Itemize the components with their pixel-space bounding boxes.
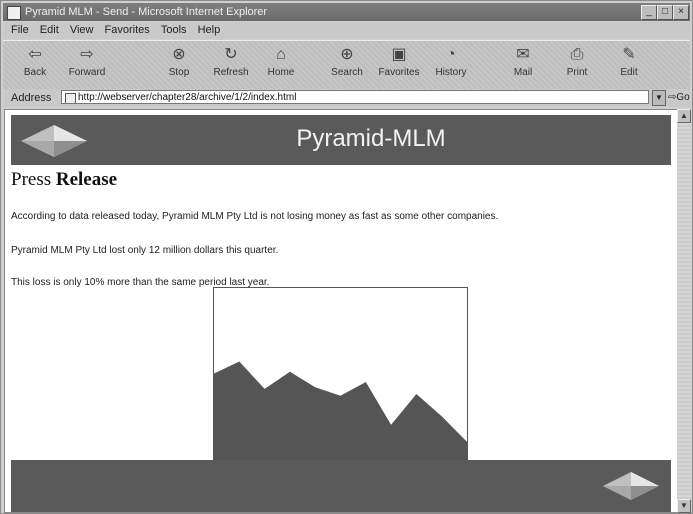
page-viewport: Pyramid-MLM Press Release According to d… xyxy=(4,109,678,513)
edit-button[interactable]: ✎ Edit xyxy=(603,45,655,85)
favorites-label: Favorites xyxy=(378,67,420,78)
back-arrow-icon: ⇦ xyxy=(28,46,42,63)
scroll-down-arrow[interactable]: ▼ xyxy=(677,499,691,513)
maximize-button[interactable]: □ xyxy=(657,5,673,20)
heading-plain: Press xyxy=(11,169,52,190)
address-input[interactable]: http://webserver/chapter28/archive/1/2/i… xyxy=(61,90,649,104)
search-button[interactable]: ⊕ Search xyxy=(321,45,373,85)
home-button[interactable]: ⌂ Home xyxy=(255,45,307,85)
ie-app-icon xyxy=(7,6,21,20)
address-dropdown-button[interactable]: ▼ xyxy=(652,90,666,106)
menu-file[interactable]: File xyxy=(11,22,29,39)
back-button[interactable]: ⇦ Back xyxy=(9,45,61,85)
standard-toolbar: ⇦ Back ⇨ Forward ⊗ Stop ↻ Refresh ⌂ Home… xyxy=(3,40,690,90)
footer-banner xyxy=(11,460,671,512)
stop-icon: ⊗ xyxy=(172,46,186,63)
header-banner: Pyramid-MLM xyxy=(11,115,671,165)
menu-view[interactable]: View xyxy=(70,22,94,39)
address-url: http://webserver/chapter28/archive/1/2/i… xyxy=(78,92,297,103)
history-label: History xyxy=(435,67,467,78)
go-label: Go xyxy=(676,92,690,103)
print-icon: ⎙ xyxy=(570,46,584,63)
vertical-scrollbar[interactable]: ▲ ▼ xyxy=(677,109,691,513)
home-icon: ⌂ xyxy=(276,46,286,63)
edit-icon: ✎ xyxy=(622,46,636,63)
loss-chart xyxy=(213,287,468,460)
refresh-icon: ↻ xyxy=(224,46,238,63)
menu-edit[interactable]: Edit xyxy=(40,22,59,39)
search-icon: ⊕ xyxy=(340,46,354,63)
address-bar: Address http://webserver/chapter28/archi… xyxy=(3,89,690,107)
stop-button[interactable]: ⊗ Stop xyxy=(153,45,205,85)
edit-label: Edit xyxy=(620,67,638,78)
go-button[interactable]: ⇨Go xyxy=(668,89,690,107)
minimize-button[interactable]: _ xyxy=(641,5,657,20)
paragraph-2: Pyramid MLM Pty Ltd lost only 12 million… xyxy=(11,245,279,256)
browser-window: Pyramid MLM - Send - Microsoft Internet … xyxy=(0,0,693,514)
search-label: Search xyxy=(331,67,363,78)
pyramid-logo-footer xyxy=(603,472,659,500)
mail-label: Mail xyxy=(513,67,533,78)
menu-tools[interactable]: Tools xyxy=(161,22,187,39)
menu-help[interactable]: Help xyxy=(198,22,221,39)
back-label: Back xyxy=(23,67,47,78)
address-label: Address xyxy=(11,92,52,104)
forward-label: Forward xyxy=(68,67,106,78)
site-title: Pyramid-MLM xyxy=(296,125,446,152)
favorites-icon: ▣ xyxy=(391,46,407,63)
window-title: Pyramid MLM - Send - Microsoft Internet … xyxy=(25,6,268,18)
favorites-button[interactable]: ▣ Favorites xyxy=(373,45,425,85)
mail-icon: ✉ xyxy=(516,46,530,63)
heading-bold: Release xyxy=(55,169,118,190)
print-label: Print xyxy=(566,67,588,78)
scroll-up-arrow[interactable]: ▲ xyxy=(677,109,691,123)
page-heading: Press Release xyxy=(11,169,117,191)
menu-favorites[interactable]: Favorites xyxy=(105,22,150,39)
history-icon: ◔ xyxy=(446,46,456,63)
history-button[interactable]: ◔ History xyxy=(425,45,477,85)
loss-chart-svg xyxy=(214,361,467,459)
home-label: Home xyxy=(267,67,295,78)
chart-area-series xyxy=(214,361,467,459)
close-button[interactable]: × xyxy=(673,5,689,20)
stop-label: Stop xyxy=(168,67,190,78)
print-button[interactable]: ⎙ Print xyxy=(551,45,603,85)
page-icon xyxy=(65,93,76,103)
refresh-button[interactable]: ↻ Refresh xyxy=(205,45,257,85)
refresh-label: Refresh xyxy=(213,67,249,78)
forward-arrow-icon: ⇨ xyxy=(80,46,94,63)
forward-button[interactable]: ⇨ Forward xyxy=(61,45,113,85)
title-bar: Pyramid MLM - Send - Microsoft Internet … xyxy=(3,3,690,21)
mail-button[interactable]: ✉ Mail xyxy=(497,45,549,85)
menu-bar: File Edit View Favorites Tools Help xyxy=(3,22,690,39)
paragraph-1: According to data released today, Pyrami… xyxy=(11,211,499,222)
